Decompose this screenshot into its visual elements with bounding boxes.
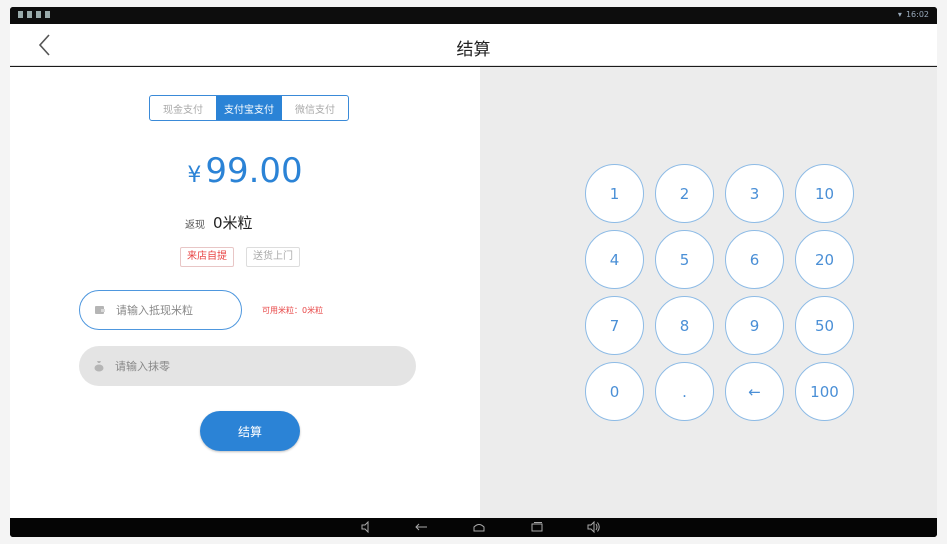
page-title: 结算 (456, 40, 491, 60)
option-store-pickup[interactable]: 来店自提 (180, 247, 234, 267)
wallet-icon (95, 306, 105, 314)
volume-up-icon[interactable] (587, 521, 601, 533)
key-50[interactable]: 50 (795, 296, 854, 355)
key-100[interactable]: 100 (795, 362, 854, 421)
status-bar: ▾ 16:02 (10, 7, 937, 24)
currency-symbol: ¥ (187, 163, 202, 188)
rounding-input-placeholder: 请输入抹零 (115, 360, 170, 373)
back-nav-icon[interactable] (415, 521, 429, 533)
tab-wechat-payment[interactable]: 微信支付 (282, 96, 348, 120)
key-8[interactable]: 8 (655, 296, 714, 355)
download-icon (18, 11, 23, 18)
screenshot-frame: ▾ 16:02 结算 现金支付 支付宝支付 微信支付 ¥99.00 返现 0米粒 (0, 0, 947, 544)
delivery-options: 来店自提 送货上门 (180, 247, 300, 267)
key-10[interactable]: 10 (795, 164, 854, 223)
key-20[interactable]: 20 (795, 230, 854, 289)
rounding-input[interactable]: 请输入抹零 (79, 346, 416, 386)
key-2[interactable]: 2 (655, 164, 714, 223)
points-input-placeholder: 请输入抵现米粒 (116, 304, 193, 317)
key-1[interactable]: 1 (585, 164, 644, 223)
checkout-button[interactable]: 结算 (200, 411, 300, 451)
cashback-value: 0米粒 (213, 214, 253, 232)
download-icon (27, 11, 32, 18)
points-input[interactable]: 请输入抵现米粒 (79, 290, 242, 330)
numeric-keypad: 1 2 3 10 4 5 6 20 7 8 9 50 0 . ← 100 (585, 164, 854, 421)
notification-icon (45, 11, 50, 18)
key-7[interactable]: 7 (585, 296, 644, 355)
title-bar: 结算 (10, 24, 937, 66)
key-decimal[interactable]: . (655, 362, 714, 421)
tab-cash-payment[interactable]: 现金支付 (150, 96, 216, 120)
key-6[interactable]: 6 (725, 230, 784, 289)
option-home-delivery[interactable]: 送货上门 (246, 247, 300, 267)
system-navigation-bar (10, 518, 937, 537)
cashback-label: 返现 (185, 220, 205, 231)
usb-icon (36, 11, 41, 18)
keypad-panel: 1 2 3 10 4 5 6 20 7 8 9 50 0 . ← 100 (480, 67, 937, 518)
checkout-form-panel: 现金支付 支付宝支付 微信支付 ¥99.00 返现 0米粒 来店自提 送货上门 (10, 67, 480, 518)
payment-method-tabs: 现金支付 支付宝支付 微信支付 (149, 95, 349, 121)
available-points-hint: 可用米粒：0米粒 (262, 306, 324, 315)
status-time: 16:02 (905, 10, 929, 19)
payment-amount: ¥99.00 (10, 151, 480, 191)
tab-alipay-payment[interactable]: 支付宝支付 (216, 96, 282, 120)
tablet-screen: ▾ 16:02 结算 现金支付 支付宝支付 微信支付 ¥99.00 返现 0米粒 (10, 7, 937, 537)
recent-apps-icon[interactable] (530, 521, 544, 533)
cashback-row: 返现 0米粒 (185, 212, 253, 233)
home-nav-icon[interactable] (472, 521, 486, 533)
status-right: ▾ 16:02 (898, 10, 929, 19)
notification-icons (18, 11, 50, 18)
key-4[interactable]: 4 (585, 230, 644, 289)
key-0[interactable]: 0 (585, 362, 644, 421)
volume-down-icon[interactable] (360, 521, 374, 533)
key-backspace[interactable]: ← (725, 362, 784, 421)
money-bag-icon (94, 361, 104, 372)
wifi-icon: ▾ (897, 10, 902, 19)
key-9[interactable]: 9 (725, 296, 784, 355)
key-3[interactable]: 3 (725, 164, 784, 223)
key-5[interactable]: 5 (655, 230, 714, 289)
amount-value: 99.00 (205, 151, 303, 191)
